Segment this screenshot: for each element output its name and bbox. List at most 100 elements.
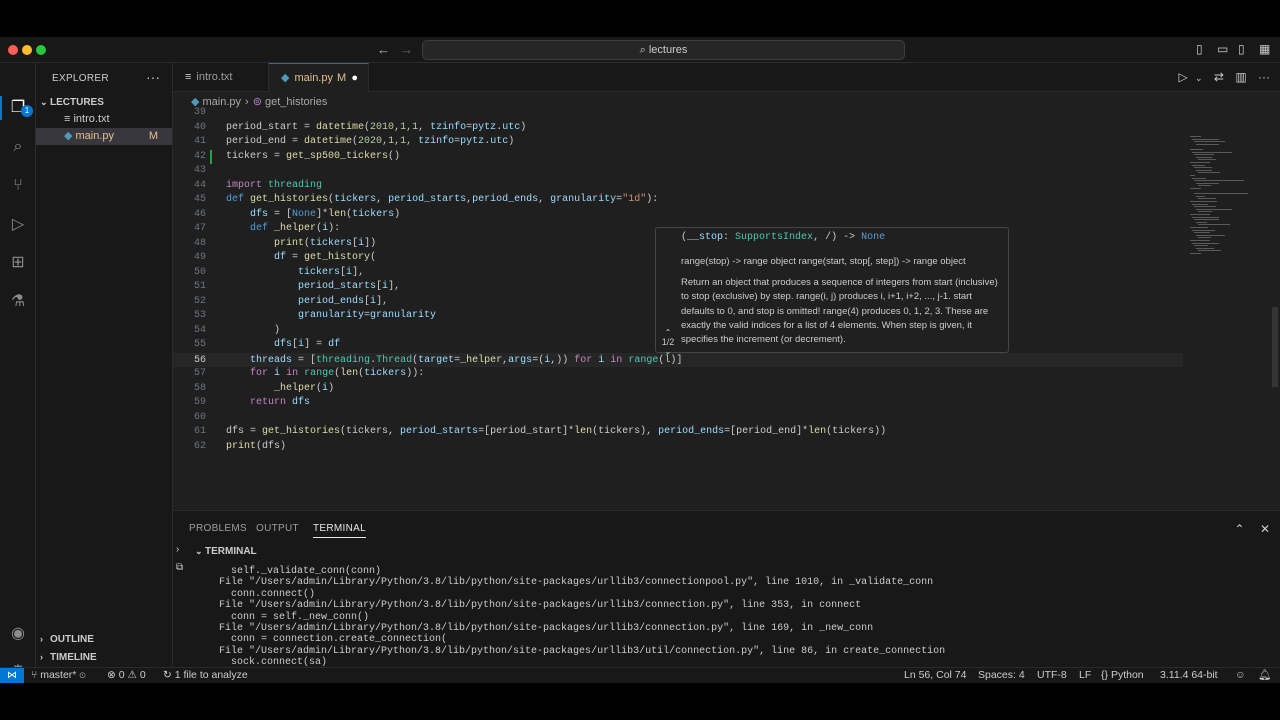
- line-number: 55: [193, 339, 206, 350]
- terminal-header[interactable]: ⌄ TERMINAL: [195, 546, 257, 557]
- chevron-right-icon: ›: [40, 634, 43, 644]
- interpreter-version[interactable]: 3.11.4 64-bit: [1160, 668, 1218, 683]
- toggle-sidebar-icon[interactable]: ▯: [1196, 42, 1203, 56]
- folder-lectures[interactable]: ⌄ LECTURES: [36, 94, 172, 110]
- code-line[interactable]: 60: [173, 411, 1183, 426]
- analyze-status[interactable]: ↻ 1 file to analyze: [163, 668, 248, 683]
- code-line[interactable]: 58 _helper(i): [173, 382, 1183, 397]
- code-line[interactable]: 56 threads = [threading.Thread(target=_h…: [173, 352, 1183, 367]
- customize-layout-icon[interactable]: ▦: [1259, 42, 1270, 56]
- editor-actions: ▷ ⌄ ⇄ ▥ ···: [1178, 70, 1270, 84]
- maximize-window-button[interactable]: [36, 45, 46, 55]
- tab-intro-txt[interactable]: ≡ intro.txt: [173, 63, 269, 92]
- file-main-py[interactable]: ◆ main.py M: [36, 128, 172, 145]
- code-line[interactable]: 43: [173, 164, 1183, 179]
- minimap-line: [1194, 193, 1248, 195]
- editor-scrollbar[interactable]: [1272, 307, 1278, 387]
- terminal-line: File "/Users/admin/Library/Python/3.8/li…: [207, 623, 874, 634]
- tab-main-py[interactable]: ◆ main.py M ●: [269, 63, 369, 92]
- terminal-split-icon[interactable]: ⧉: [176, 562, 183, 573]
- code-line[interactable]: 46 dfs = [None]*len(tickers): [173, 208, 1183, 223]
- minimap[interactable]: [1190, 136, 1270, 256]
- error-icon: ⊗: [107, 669, 119, 681]
- tab-output[interactable]: OUTPUT: [256, 523, 299, 534]
- code-line[interactable]: 39: [173, 106, 1183, 121]
- code-text: def _helper(i):: [250, 223, 341, 234]
- minimap-line: [1198, 211, 1213, 213]
- close-panel-icon[interactable]: ✕: [1260, 522, 1270, 536]
- account-icon[interactable]: ◉: [7, 623, 29, 645]
- explorer-badge: 1: [21, 105, 33, 117]
- split-editor-icon[interactable]: ▥: [1235, 70, 1246, 84]
- code-text: print(tickers[i]): [274, 237, 377, 249]
- tab-problems[interactable]: PROBLEMS: [189, 523, 247, 534]
- code-line[interactable]: 42 tickers = get_sp500_tickers(): [173, 149, 1183, 165]
- minimap-line: [1192, 242, 1219, 244]
- code-line[interactable]: 61 dfs = get_histories(tickers, period_st…: [173, 425, 1183, 440]
- line-number: 44: [193, 179, 206, 191]
- maximize-panel-icon[interactable]: ⌃: [1235, 522, 1245, 536]
- toggle-secondary-sidebar-icon[interactable]: ▯: [1238, 42, 1245, 56]
- cursor-position[interactable]: Ln 56, Col 74: [904, 668, 966, 683]
- line-number: 58: [193, 382, 206, 394]
- source-control-icon[interactable]: ⑂: [7, 175, 29, 197]
- code-line[interactable]: 40 period_start = datetime(2010,1,1, tzin…: [173, 121, 1183, 136]
- problems-status[interactable]: ⊗ 0 ⚠ 0: [107, 668, 146, 683]
- minimap-line: [1192, 216, 1219, 218]
- run-python-icon[interactable]: ▷: [1178, 70, 1187, 84]
- chevron-up-icon[interactable]: ⌃: [658, 328, 678, 337]
- end-of-line[interactable]: LF: [1079, 668, 1091, 683]
- minimize-window-button[interactable]: [22, 45, 32, 55]
- code-line[interactable]: 44 import threading: [173, 179, 1183, 194]
- outline-section[interactable]: › OUTLINE: [36, 631, 172, 648]
- file-intro-txt[interactable]: ≡ intro.txt: [36, 111, 172, 128]
- minimap-line: [1190, 162, 1210, 163]
- code-text: for i in range(len(tickers)):: [250, 368, 425, 379]
- testing-flask-icon[interactable]: ⚗: [7, 291, 29, 313]
- more-actions-icon[interactable]: ···: [1258, 70, 1270, 84]
- minimap-line: [1198, 237, 1211, 239]
- close-window-button[interactable]: [8, 45, 18, 55]
- command-center-search[interactable]: ⌕ lectures: [422, 40, 905, 60]
- unsaved-dot-icon[interactable]: ●: [351, 64, 358, 93]
- chevron-down-icon[interactable]: ⌄: [658, 347, 678, 356]
- extensions-icon[interactable]: ⊞: [7, 252, 29, 274]
- minimap-line: [1194, 206, 1216, 208]
- encoding[interactable]: UTF-8: [1037, 668, 1067, 683]
- branch-status[interactable]: ⑂ master* ⊙: [31, 668, 86, 683]
- terminal-line: File "/Users/admin/Library/Python/3.8/li…: [207, 645, 946, 657]
- minimap-line: [1194, 141, 1225, 143]
- code-line[interactable]: 57 for i in range(len(tickers)):: [173, 367, 1183, 382]
- chevron-down-icon[interactable]: ⌄: [1195, 73, 1203, 83]
- minimap-line: [1196, 156, 1213, 158]
- remote-indicator-icon[interactable]: ⋈: [0, 668, 24, 683]
- code-line[interactable]: 41 period_end = datetime(2020,1,1, tzinfo…: [173, 135, 1183, 150]
- language-mode[interactable]: {} Python: [1101, 668, 1144, 683]
- code-line[interactable]: 59 return dfs: [173, 396, 1183, 411]
- code-line[interactable]: 45 def get_histories(tickers, period_star…: [173, 193, 1183, 208]
- hover-signature: (__stop: SupportsIndex, /) -> None: [681, 232, 886, 243]
- chevron-right-icon: ›: [40, 652, 43, 662]
- timeline-section[interactable]: › TIMELINE: [36, 649, 172, 666]
- toggle-panel-icon[interactable]: ▭: [1217, 42, 1228, 56]
- git-modified-gutter[interactable]: [210, 149, 212, 164]
- open-changes-icon[interactable]: ⇄: [1214, 70, 1224, 84]
- forward-arrow-icon[interactable]: →: [400, 42, 413, 57]
- search-icon[interactable]: ⌕: [7, 136, 29, 158]
- signature-pager[interactable]: ⌃ 1/2 ⌄: [658, 328, 678, 356]
- more-actions-icon[interactable]: ···: [146, 69, 160, 85]
- line-number: 59: [193, 397, 206, 408]
- line-number: 49: [193, 252, 206, 263]
- back-arrow-icon[interactable]: ←: [377, 42, 390, 57]
- notifications-bell-icon[interactable]: 🔔︎: [1258, 668, 1271, 683]
- feedback-icon[interactable]: ☺: [1235, 668, 1246, 683]
- explorer-files-icon[interactable]: ❐ 1: [7, 97, 33, 119]
- run-debug-icon[interactable]: ▷: [7, 214, 29, 236]
- line-number: 61: [193, 426, 206, 437]
- tab-terminal[interactable]: TERMINAL: [313, 523, 366, 538]
- minimap-line: [1196, 234, 1225, 236]
- indentation[interactable]: Spaces: 4: [978, 668, 1025, 683]
- chevron-right-icon[interactable]: ›: [176, 544, 179, 555]
- code-line[interactable]: 62 print(dfs): [173, 440, 1183, 455]
- folder-label: LECTURES: [50, 97, 104, 108]
